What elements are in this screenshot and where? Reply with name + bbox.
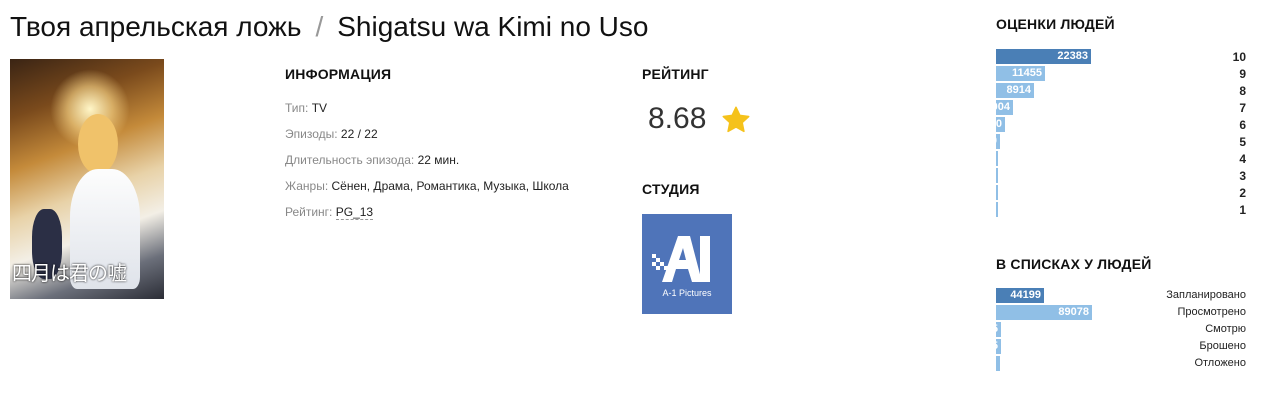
score-bar-value: 8914 <box>1006 84 1031 96</box>
score-label: 8 <box>1239 84 1246 98</box>
star-icon <box>722 106 750 133</box>
score-bar-value: 4004 <box>995 101 1010 113</box>
scores-heading: ОЦЕНКИ ЛЮДЕЙ <box>996 16 1115 32</box>
title-separator: / <box>315 11 324 42</box>
info-heading: ИНФОРМАЦИЯ <box>285 66 392 82</box>
rating-heading: РЕЙТИНГ <box>642 66 709 82</box>
lists-heading: В СПИСКАХ У ЛЮДЕЙ <box>996 256 1152 272</box>
list-bar <box>996 356 1000 371</box>
list-category-label: Брошено <box>1199 340 1246 352</box>
score-label: 3 <box>1239 169 1246 183</box>
studio-logo-text: A-1 Pictures <box>662 288 712 298</box>
score-label: 5 <box>1239 135 1246 149</box>
score-bar-4 <box>996 151 998 166</box>
info-rating: Рейтинг: PG_13 <box>285 205 374 220</box>
list-bar-value: 5 <box>995 340 998 353</box>
rating-link[interactable]: PG_13 <box>335 205 374 220</box>
list-bar-value: 5 <box>995 323 998 336</box>
studio-logo[interactable]: A-1 Pictures <box>642 214 732 314</box>
score-label: 4 <box>1239 152 1246 166</box>
info-duration: Длительность эпизода: 22 мин. <box>285 153 460 167</box>
list-bar-value: 89078 <box>1058 306 1089 318</box>
rating-score: 8.68 <box>648 102 707 135</box>
poster-title-logo: 四月は君の嘘 <box>12 261 127 285</box>
list-bar-value: 44199 <box>1010 289 1041 301</box>
score-label: 2 <box>1239 186 1246 200</box>
score-bar-value: 11455 <box>1012 67 1042 79</box>
list-category-label: Просмотрено <box>1177 306 1246 318</box>
poster-image[interactable]: 四月は君の嘘 <box>10 59 164 299</box>
info-episodes: Эпизоды: 22 / 22 <box>285 127 378 141</box>
page-title: Твоя апрельская ложь / Shigatsu wa Kimi no… <box>10 10 648 44</box>
score-label: 1 <box>1239 203 1246 217</box>
score-bar-2 <box>996 185 998 200</box>
title-ru: Твоя апрельская ложь <box>10 11 302 42</box>
list-category-label: Отложено <box>1194 357 1246 369</box>
score-bar-3 <box>996 168 998 183</box>
score-bar-value: 22383 <box>1057 50 1088 62</box>
info-type: Тип: TV <box>285 101 328 115</box>
title-romaji: Shigatsu wa Kimi no Uso <box>337 11 649 42</box>
score-label: 9 <box>1239 67 1246 81</box>
score-label: 10 <box>1232 50 1246 64</box>
score-bar-value: 80 <box>995 118 1002 130</box>
studio-heading: СТУДИЯ <box>642 181 700 197</box>
score-bar-1 <box>996 202 998 217</box>
a1-pictures-logo: A-1 Pictures <box>652 236 712 298</box>
list-category-label: Запланировано <box>1166 289 1246 301</box>
score-label: 7 <box>1239 101 1246 115</box>
list-category-label: Смотрю <box>1205 323 1246 335</box>
info-genres: Жанры: Сёнен, Драма, Романтика, Музыка, … <box>285 179 569 193</box>
score-label: 6 <box>1239 118 1246 132</box>
poster-girl-hair <box>78 114 118 174</box>
score-bar-value: 9 <box>995 135 997 148</box>
